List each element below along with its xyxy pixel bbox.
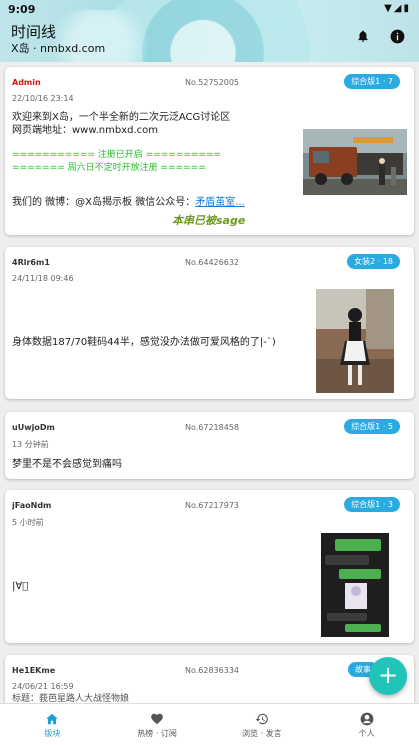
post-time: 13 分钟前 <box>12 440 49 449</box>
app-header: 9:09 ▼◢▮ 时间线 X岛 · nmbxd.com <box>0 0 419 62</box>
sage-notice: 本串已被sage <box>172 214 246 227</box>
post-text: |∀ﾟ <box>12 581 29 592</box>
nav-item-browse-post[interactable]: 浏览 · 发言 <box>210 704 315 745</box>
bottom-navigation: 版块 热榜 · 订阅 浏览 · 发言 个人 <box>0 703 419 745</box>
nav-label: 版块 <box>44 729 61 738</box>
post-card[interactable]: 4Rlr6m1 No.64426632 女装2 · 18 24/11/18 09… <box>5 247 414 399</box>
nav-label: 热榜 · 订阅 <box>137 729 177 738</box>
nav-item-hot-subscribe[interactable]: 热榜 · 订阅 <box>105 704 210 745</box>
post-number: No.67217973 <box>185 501 239 510</box>
post-number: No.52752005 <box>185 78 239 87</box>
post-text: 身体数据187/70鞋码44半，感觉没办法做可爱风格的了|-`) <box>12 337 276 348</box>
battery-icon: ▮ <box>403 3 411 14</box>
home-icon <box>46 713 59 725</box>
post-number: No.62836334 <box>185 666 239 675</box>
plus-icon: + <box>377 661 399 689</box>
post-time: 24/11/18 09:46 <box>12 274 74 283</box>
green-text-line: =========== 注册已开启 ========== <box>12 150 222 160</box>
forum-tag[interactable]: 女装2 · 18 <box>347 254 400 269</box>
new-post-button[interactable]: + <box>369 657 407 695</box>
forum-tag[interactable]: 综合版1 · 3 <box>344 497 400 512</box>
post-text: 欢迎来到X岛，一个半全新的二次元泛ACG讨论区 网页端地址：www.nmbxd.… <box>12 111 230 137</box>
post-user-id: 4Rlr6m1 <box>12 258 50 267</box>
green-text-line: ======= 周六日不定时开放注册 ====== <box>12 163 206 173</box>
post-number: No.67218458 <box>185 423 239 432</box>
post-number: No.64426632 <box>185 258 239 267</box>
post-user-id: uUwjoDm <box>12 423 55 432</box>
post-user-id: jFaoNdm <box>12 501 52 510</box>
post-thumbnail[interactable] <box>316 289 394 393</box>
history-icon <box>255 713 268 725</box>
post-card[interactable]: Admin No.52752005 综合版1 · 7 22/10/16 23:1… <box>5 67 414 235</box>
page-title: 时间线 <box>11 23 57 41</box>
notification-button[interactable] <box>355 28 371 44</box>
post-thumbnail[interactable] <box>303 129 407 195</box>
post-text: 梦里不是不会感觉到痛吗 <box>12 459 122 470</box>
social-text: 我们的 微博：@X岛揭示板 微信公众号： <box>12 197 196 208</box>
heart-icon <box>151 713 163 725</box>
post-thumbnail[interactable] <box>321 533 389 637</box>
post-time: 22/10/16 23:14 <box>12 94 74 103</box>
post-time: 5 小时前 <box>12 518 44 527</box>
nav-item-profile[interactable]: 个人 <box>314 704 419 745</box>
status-icons: ▼◢▮ <box>384 3 411 14</box>
post-social-line: 我们的 微博：@X岛揭示板 微信公众号：矛盾茧室... <box>12 196 245 209</box>
nav-label: 浏览 · 发言 <box>242 729 282 738</box>
forum-tag[interactable]: 综合版1 · 5 <box>344 419 400 434</box>
post-green-text: =========== 注册已开启 ========== ======= 周六日… <box>12 149 221 175</box>
wifi-icon: ▼ <box>384 3 394 14</box>
post-text-line: 网页端地址：www.nmbxd.com <box>12 125 159 136</box>
info-button[interactable] <box>389 28 405 44</box>
nav-label: 个人 <box>358 729 375 738</box>
person-icon <box>360 712 374 726</box>
forum-tag[interactable]: 综合版1 · 7 <box>344 74 400 89</box>
bell-icon <box>358 30 368 42</box>
post-card[interactable]: jFaoNdm No.67217973 综合版1 · 3 5 小时前 |∀ﾟ <box>5 490 414 643</box>
post-card[interactable]: uUwjoDm No.67218458 综合版1 · 5 13 分钟前 梦里不是… <box>5 412 414 479</box>
post-time: 24/06/21 16:59 <box>12 682 74 691</box>
post-user-id: Admin <box>12 78 41 87</box>
post-user-id: He1EKme <box>12 666 56 675</box>
status-bar: 9:09 ▼◢▮ <box>8 3 411 17</box>
post-text-line: 欢迎来到X岛，一个半全新的二次元泛ACG讨论区 <box>12 112 231 123</box>
info-icon <box>390 29 404 43</box>
page-subtitle: X岛 · nmbxd.com <box>11 42 106 55</box>
wechat-link[interactable]: 矛盾茧室... <box>195 197 245 208</box>
status-time: 9:09 <box>8 3 36 16</box>
nav-item-forums[interactable]: 版块 <box>0 704 105 745</box>
